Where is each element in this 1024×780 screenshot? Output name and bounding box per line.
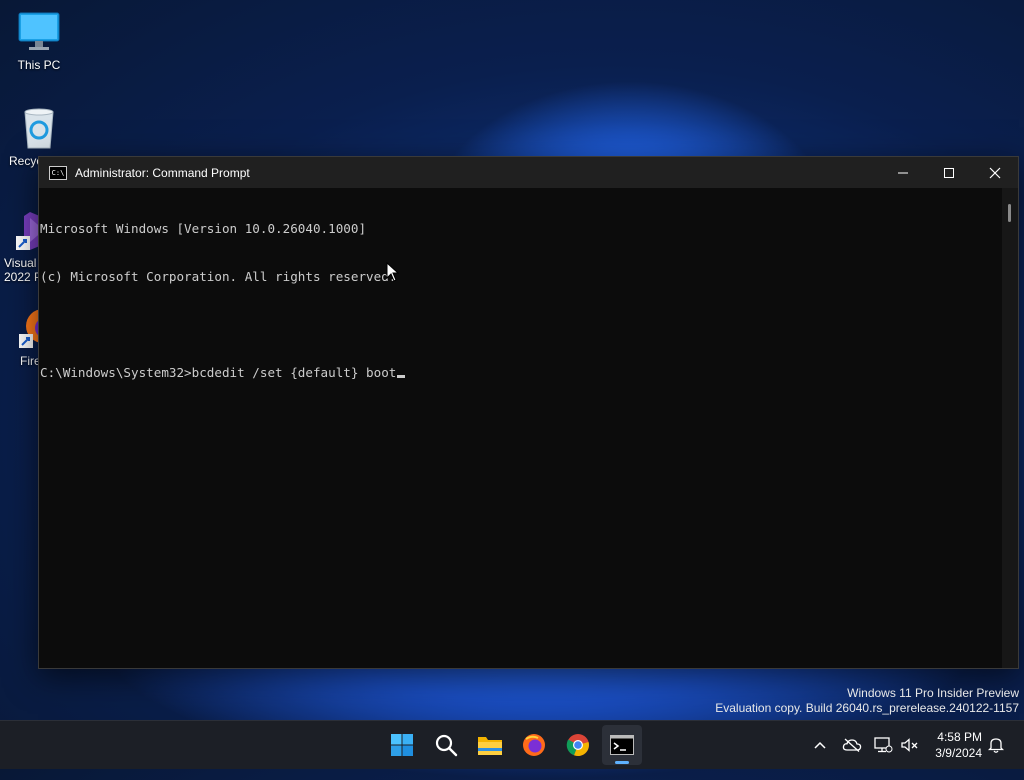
chrome-taskbar-button[interactable] (558, 725, 598, 765)
close-button[interactable] (972, 157, 1018, 188)
taskbar: 4:58 PM 3/9/2024 (0, 720, 1024, 769)
file-explorer-button[interactable] (470, 725, 510, 765)
search-button[interactable] (426, 725, 466, 765)
firefox-taskbar-button[interactable] (514, 725, 554, 765)
desktop-icon-this-pc[interactable]: This PC (3, 10, 75, 72)
chevron-up-icon (814, 741, 826, 749)
command-prompt-icon: C:\ (49, 165, 67, 180)
terminal-command: C:\Windows\System32>bcdedit /set {defaul… (40, 365, 397, 380)
search-icon (435, 734, 458, 757)
terminal-output[interactable]: Microsoft Windows [Version 10.0.26040.10… (39, 188, 1002, 668)
title-bar[interactable]: C:\ Administrator: Command Prompt (39, 157, 1018, 188)
firefox-icon (523, 734, 545, 756)
close-icon (989, 167, 1001, 178)
minimize-button[interactable] (880, 157, 926, 188)
chrome-icon (566, 734, 589, 757)
windows-logo-icon (391, 734, 413, 756)
watermark-line: Windows 11 Pro Insider Preview (847, 686, 1019, 700)
taskbar-clock[interactable]: 4:58 PM 3/9/2024 (935, 729, 982, 761)
evaluation-watermark: Windows 11 Pro Insider Preview Evaluatio… (715, 686, 1019, 716)
folder-icon (478, 737, 502, 755)
terminal-prompt-line[interactable]: C:\Windows\System32>bcdedit /set {defaul… (40, 365, 1002, 381)
minimize-icon (898, 172, 908, 173)
network-icon (874, 737, 893, 753)
mouse-pointer-icon (386, 262, 400, 282)
command-prompt-window[interactable]: C:\ Administrator: Command Prompt Micros… (38, 156, 1019, 669)
volume-button[interactable] (898, 721, 922, 769)
network-button[interactable] (871, 721, 895, 769)
maximize-button[interactable] (926, 157, 972, 188)
text-cursor (397, 375, 406, 378)
cloud-offline-icon (842, 738, 862, 752)
bell-icon (988, 738, 1004, 753)
window-title: Administrator: Command Prompt (75, 165, 250, 180)
terminal-icon (610, 735, 634, 755)
terminal-line: (c) Microsoft Corporation. All rights re… (40, 269, 397, 284)
clock-time: 4:58 PM (937, 730, 982, 744)
active-app-indicator (615, 761, 629, 764)
command-prompt-taskbar-button[interactable] (602, 725, 642, 765)
scrollbar-thumb[interactable] (1008, 204, 1011, 222)
volume-muted-icon (901, 738, 918, 752)
terminal-line: Microsoft Windows [Version 10.0.26040.10… (40, 221, 367, 236)
start-button[interactable] (382, 725, 422, 765)
recycle-bin-icon (17, 106, 61, 150)
show-hidden-icons-button[interactable] (808, 721, 832, 769)
watermark-line: Evaluation copy. Build 26040.rs_prerelea… (715, 701, 1019, 715)
monitor-icon (17, 10, 61, 54)
notifications-button[interactable] (984, 721, 1008, 769)
clock-date: 3/9/2024 (935, 746, 982, 760)
onedrive-button[interactable] (840, 721, 864, 769)
maximize-icon (944, 167, 954, 178)
desktop-icon-label: This PC (17, 58, 61, 72)
vertical-scrollbar[interactable] (1002, 188, 1018, 668)
